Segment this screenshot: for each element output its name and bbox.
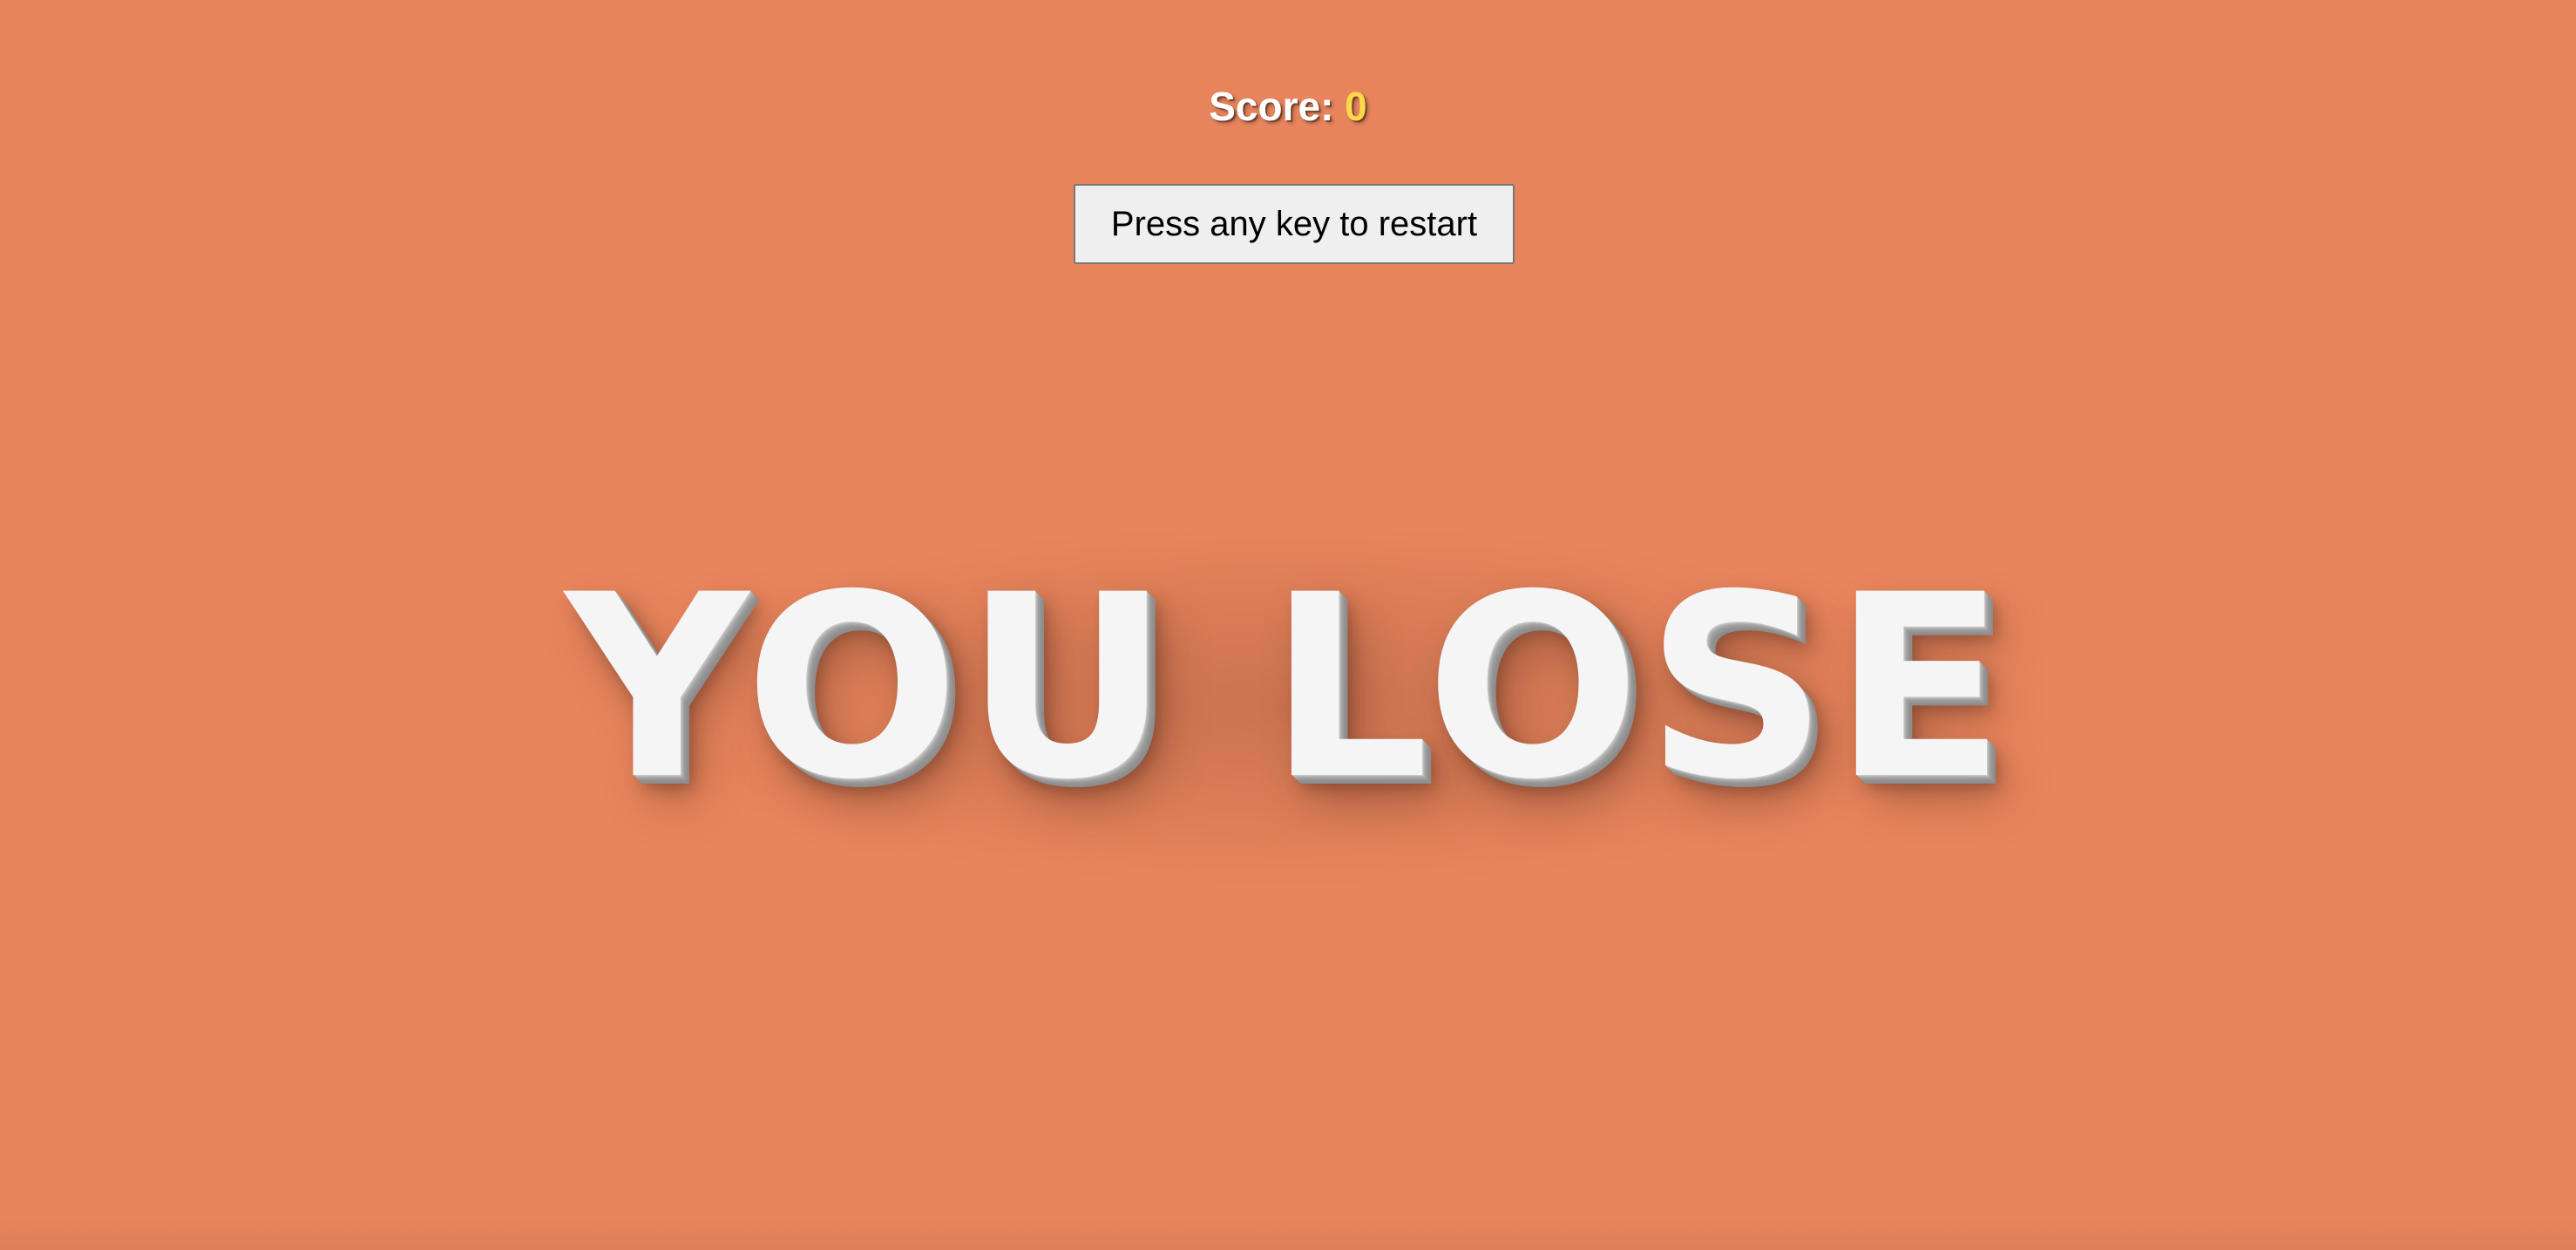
bottom-shade	[0, 1215, 2576, 1250]
game-over-message: YOU LOSE	[565, 541, 2011, 835]
score-label: Score:	[1209, 84, 1334, 129]
score-display: Score: 0	[0, 80, 2576, 132]
score-value: 0	[1345, 84, 1367, 129]
restart-button[interactable]: Press any key to restart	[1074, 184, 1515, 264]
